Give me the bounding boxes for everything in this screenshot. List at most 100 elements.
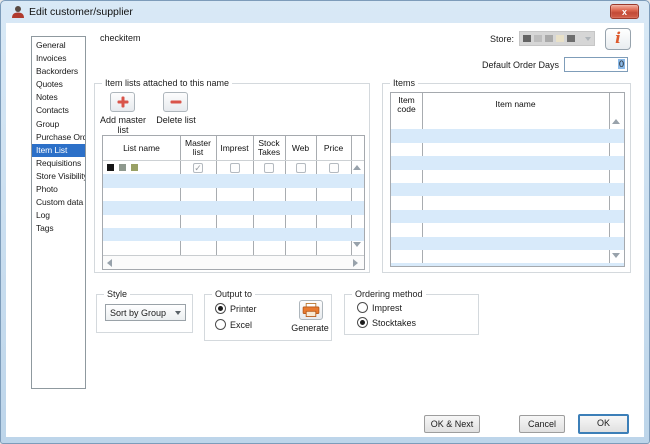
chevron-down-icon — [175, 311, 181, 315]
printer-icon — [302, 303, 320, 317]
minus-icon — [170, 101, 181, 104]
table-row — [391, 210, 624, 223]
table-row — [103, 188, 364, 201]
generate-button[interactable] — [299, 300, 323, 320]
table-row — [391, 263, 624, 266]
default-order-days-input[interactable]: 0 — [564, 57, 628, 72]
sidebar-item-purchase-orders[interactable]: Purchase Orders — [32, 131, 85, 144]
table-row — [103, 201, 364, 214]
sidebar: General Invoices Backorders Quotes Notes… — [31, 36, 86, 389]
table-row — [391, 223, 624, 236]
title-bar: Edit customer/supplier x — [2, 1, 648, 23]
chevron-down-icon — [585, 37, 591, 41]
list-color-chip — [107, 164, 114, 171]
info-button[interactable]: i — [605, 28, 631, 50]
sidebar-item-quotes[interactable]: Quotes — [32, 78, 85, 91]
scroll-down-icon[interactable] — [353, 242, 361, 247]
radio-icon — [357, 317, 368, 328]
cancel-button[interactable]: Cancel — [519, 415, 565, 433]
imprest-radio[interactable]: Imprest — [357, 302, 402, 313]
store-select[interactable] — [519, 31, 595, 46]
sidebar-item-custom-data[interactable]: Custom data — [32, 196, 85, 209]
table-row — [391, 116, 624, 129]
item-lists-group-title: Item lists attached to this name — [102, 78, 232, 88]
close-button[interactable]: x — [610, 4, 639, 19]
output-group-title: Output to — [212, 289, 255, 299]
redacted-block — [567, 35, 575, 42]
ok-next-button[interactable]: OK & Next — [424, 415, 480, 433]
stocktakes-radio-label: Stocktakes — [372, 318, 416, 328]
stocktakes-radio[interactable]: Stocktakes — [357, 317, 416, 328]
col-item-code: Item code — [391, 96, 422, 114]
delete-list-label: Delete list — [149, 115, 203, 125]
window-title: Edit customer/supplier — [29, 6, 133, 18]
col-web: Web — [285, 144, 316, 153]
horizontal-scrollbar[interactable] — [103, 255, 364, 269]
scroll-down-icon[interactable] — [612, 253, 620, 258]
imprest-checkbox[interactable] — [230, 163, 240, 173]
dialog-window: Edit customer/supplier x General Invoice… — [0, 0, 650, 444]
table-row — [391, 143, 624, 156]
list-color-chip — [131, 164, 138, 171]
printer-radio[interactable]: Printer — [215, 303, 257, 314]
sidebar-item-tags[interactable]: Tags — [32, 222, 85, 235]
item-lists-table-header: List name Master list Imprest Stock Take… — [103, 136, 364, 161]
master-list-checkbox[interactable] — [193, 163, 203, 173]
col-imprest: Imprest — [216, 144, 253, 153]
excel-radio[interactable]: Excel — [215, 319, 252, 330]
scroll-up-icon[interactable] — [612, 119, 620, 124]
sidebar-item-item-list[interactable]: Item List — [32, 144, 85, 157]
scroll-right-icon[interactable] — [353, 259, 358, 267]
sidebar-item-photo[interactable]: Photo — [32, 183, 85, 196]
table-row — [391, 183, 624, 196]
radio-icon — [215, 303, 226, 314]
stock-takes-checkbox[interactable] — [264, 163, 274, 173]
items-group: Items Item code Item name — [382, 83, 631, 273]
sidebar-item-notes[interactable]: Notes — [32, 91, 85, 104]
style-group: Style Sort by Group — [96, 294, 193, 333]
item-lists-group: Item lists attached to this name Add mas… — [94, 83, 370, 273]
sidebar-item-contacts[interactable]: Contacts — [32, 104, 85, 117]
table-row — [103, 215, 364, 228]
printer-radio-label: Printer — [230, 304, 257, 314]
dialog-content: General Invoices Backorders Quotes Notes… — [6, 23, 644, 437]
redacted-block — [545, 35, 553, 42]
ordering-method-group-title: Ordering method — [352, 289, 426, 299]
sidebar-item-requisitions[interactable]: Requisitions — [32, 157, 85, 170]
redacted-block — [556, 35, 564, 42]
table-row — [103, 228, 364, 241]
sidebar-item-log[interactable]: Log — [32, 209, 85, 222]
sidebar-item-backorders[interactable]: Backorders — [32, 65, 85, 78]
sidebar-item-store-visibility[interactable]: Store Visibility — [32, 170, 85, 183]
item-lists-rows — [103, 161, 364, 256]
add-master-list-button[interactable] — [110, 92, 135, 112]
sort-dropdown-value: Sort by Group — [110, 308, 166, 318]
scroll-up-icon[interactable] — [353, 165, 361, 170]
sidebar-item-group[interactable]: Group — [32, 118, 85, 131]
add-master-list-label: Add master list — [96, 115, 150, 135]
redacted-block — [534, 35, 542, 42]
sidebar-item-invoices[interactable]: Invoices — [32, 52, 85, 65]
user-icon — [11, 5, 25, 19]
sidebar-item-general[interactable]: General — [32, 39, 85, 52]
items-table: Item code Item name — [390, 92, 625, 267]
price-checkbox[interactable] — [329, 163, 339, 173]
delete-list-button[interactable] — [163, 92, 188, 112]
redacted-block — [523, 35, 531, 42]
web-checkbox[interactable] — [296, 163, 306, 173]
table-row — [103, 174, 364, 187]
radio-icon — [357, 302, 368, 313]
customer-name: checkitem — [100, 33, 141, 43]
col-stock-takes: Stock Takes — [253, 139, 285, 157]
col-item-name: Item name — [422, 100, 609, 109]
store-label: Store: — [456, 34, 514, 44]
items-rows — [391, 116, 624, 266]
list-color-chip — [119, 164, 126, 171]
ok-button[interactable]: OK — [578, 414, 629, 434]
table-row[interactable] — [103, 161, 364, 174]
scroll-left-icon[interactable] — [107, 259, 112, 267]
style-group-title: Style — [104, 289, 130, 299]
plus-icon — [117, 101, 128, 104]
sort-dropdown[interactable]: Sort by Group — [105, 304, 186, 321]
excel-radio-label: Excel — [230, 320, 252, 330]
